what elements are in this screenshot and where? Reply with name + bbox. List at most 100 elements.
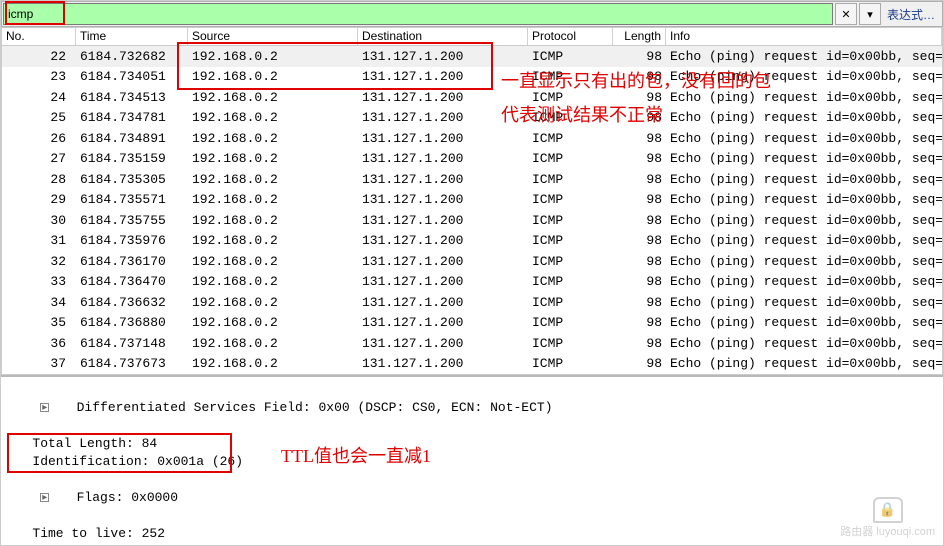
col-header-protocol[interactable]: Protocol	[528, 28, 613, 45]
table-cell: ICMP	[528, 294, 613, 311]
detail-total-length[interactable]: Total Length: 84	[9, 435, 935, 453]
chevron-down-icon: ▾	[867, 8, 873, 21]
table-cell: Echo (ping) request id=0x00bb, seq=	[666, 273, 942, 290]
col-header-source[interactable]: Source	[188, 28, 358, 45]
table-cell: Echo (ping) request id=0x00bb, seq=	[666, 130, 942, 147]
table-cell: 98	[613, 273, 666, 290]
table-cell: ICMP	[528, 171, 613, 188]
packet-list-body[interactable]: 226184.732682192.168.0.2131.127.1.200ICM…	[2, 46, 942, 375]
table-cell: 6184.736470	[76, 273, 188, 290]
table-cell: 131.127.1.200	[358, 89, 528, 106]
table-cell: 6184.734051	[76, 68, 188, 85]
filter-dropdown-button[interactable]: ▾	[859, 3, 881, 25]
table-cell: 33	[2, 273, 76, 290]
display-filter-bar: ✕ ▾ 表达式…	[1, 1, 943, 27]
table-row[interactable]: 226184.732682192.168.0.2131.127.1.200ICM…	[2, 46, 942, 67]
col-header-time[interactable]: Time	[76, 28, 188, 45]
table-row[interactable]: 346184.736632192.168.0.2131.127.1.200ICM…	[2, 292, 942, 313]
table-cell: 6184.734513	[76, 89, 188, 106]
table-cell: ICMP	[528, 273, 613, 290]
table-cell: ICMP	[528, 191, 613, 208]
table-cell: 98	[613, 191, 666, 208]
table-cell: 98	[613, 314, 666, 331]
table-cell: 131.127.1.200	[358, 314, 528, 331]
packet-list-pane: No. Time Source Destination Protocol Len…	[1, 27, 943, 375]
packet-details-pane[interactable]: ▸ Differentiated Services Field: 0x00 (D…	[1, 375, 943, 545]
table-cell: 34	[2, 294, 76, 311]
table-cell: 131.127.1.200	[358, 109, 528, 126]
table-cell: Echo (ping) request id=0x00bb, seq=	[666, 294, 942, 311]
display-filter-input[interactable]	[3, 3, 833, 25]
table-cell: 98	[613, 89, 666, 106]
table-row[interactable]: 306184.735755192.168.0.2131.127.1.200ICM…	[2, 210, 942, 231]
detail-dscp[interactable]: ▸ Differentiated Services Field: 0x00 (D…	[9, 381, 935, 435]
table-cell: Echo (ping) request id=0x00bb, seq=	[666, 355, 942, 372]
table-cell: 36	[2, 335, 76, 352]
table-row[interactable]: 356184.736880192.168.0.2131.127.1.200ICM…	[2, 313, 942, 334]
table-cell: 192.168.0.2	[188, 171, 358, 188]
table-cell: 192.168.0.2	[188, 355, 358, 372]
table-cell: 6184.735159	[76, 150, 188, 167]
detail-flags[interactable]: ▸ Flags: 0x0000	[9, 471, 935, 525]
col-header-info[interactable]: Info	[666, 28, 942, 45]
table-row[interactable]: 266184.734891192.168.0.2131.127.1.200ICM…	[2, 128, 942, 149]
watermark-text: 路由器 luyouqi.com	[840, 525, 935, 539]
table-cell: 192.168.0.2	[188, 150, 358, 167]
table-row[interactable]: 286184.735305192.168.0.2131.127.1.200ICM…	[2, 169, 942, 190]
detail-ttl[interactable]: Time to live: 252	[9, 525, 935, 543]
table-cell: 192.168.0.2	[188, 48, 358, 65]
table-cell: 131.127.1.200	[358, 130, 528, 147]
table-cell: 35	[2, 314, 76, 331]
table-cell: 6184.735571	[76, 191, 188, 208]
table-cell: 6184.736632	[76, 294, 188, 311]
table-cell: 192.168.0.2	[188, 253, 358, 270]
expression-link[interactable]: 表达式…	[881, 6, 941, 23]
table-cell: Echo (ping) request id=0x00bb, seq=	[666, 48, 942, 65]
table-cell: ICMP	[528, 335, 613, 352]
table-cell: 131.127.1.200	[358, 171, 528, 188]
col-header-destination[interactable]: Destination	[358, 28, 528, 45]
table-cell: 98	[613, 253, 666, 270]
table-row[interactable]: 326184.736170192.168.0.2131.127.1.200ICM…	[2, 251, 942, 272]
table-cell: 98	[613, 150, 666, 167]
table-cell: 98	[613, 355, 666, 372]
table-cell: Echo (ping) request id=0x00bb, seq=	[666, 335, 942, 352]
table-cell: 98	[613, 171, 666, 188]
col-header-length[interactable]: Length	[613, 28, 666, 45]
table-cell: 98	[613, 109, 666, 126]
table-cell: ICMP	[528, 48, 613, 65]
table-cell: 131.127.1.200	[358, 68, 528, 85]
table-cell: 6184.737673	[76, 355, 188, 372]
table-cell: 131.127.1.200	[358, 48, 528, 65]
col-header-no[interactable]: No.	[2, 28, 76, 45]
table-cell: 98	[613, 212, 666, 229]
table-cell: 192.168.0.2	[188, 335, 358, 352]
expand-icon[interactable]: ▸	[40, 403, 49, 412]
detail-identification[interactable]: Identification: 0x001a (26)	[9, 453, 935, 471]
table-cell: 6184.732682	[76, 48, 188, 65]
table-cell: 28	[2, 171, 76, 188]
packet-list-header: No. Time Source Destination Protocol Len…	[2, 28, 942, 46]
table-cell: Echo (ping) request id=0x00bb, seq=	[666, 232, 942, 249]
clear-filter-button[interactable]: ✕	[835, 3, 857, 25]
table-row[interactable]: 296184.735571192.168.0.2131.127.1.200ICM…	[2, 190, 942, 211]
table-cell: 6184.735305	[76, 171, 188, 188]
close-icon: ✕	[841, 8, 850, 21]
table-cell: 30	[2, 212, 76, 229]
expand-icon[interactable]: ▸	[40, 493, 49, 502]
table-cell: 24	[2, 89, 76, 106]
detail-protocol[interactable]: Protocol: ICMP (1)	[9, 543, 935, 545]
table-row[interactable]: 316184.735976192.168.0.2131.127.1.200ICM…	[2, 231, 942, 252]
table-cell: Echo (ping) request id=0x00bb, seq=	[666, 314, 942, 331]
table-cell: 98	[613, 130, 666, 147]
table-row[interactable]: 366184.737148192.168.0.2131.127.1.200ICM…	[2, 333, 942, 354]
table-row[interactable]: 246184.734513192.168.0.2131.127.1.200ICM…	[2, 87, 942, 108]
table-row[interactable]: 276184.735159192.168.0.2131.127.1.200ICM…	[2, 149, 942, 170]
table-row[interactable]: 236184.734051192.168.0.2131.127.1.200ICM…	[2, 67, 942, 88]
table-row[interactable]: 376184.737673192.168.0.2131.127.1.200ICM…	[2, 354, 942, 375]
table-row[interactable]: 336184.736470192.168.0.2131.127.1.200ICM…	[2, 272, 942, 293]
table-row[interactable]: 256184.734781192.168.0.2131.127.1.200ICM…	[2, 108, 942, 129]
table-cell: 32	[2, 253, 76, 270]
table-cell: 192.168.0.2	[188, 130, 358, 147]
table-cell: ICMP	[528, 314, 613, 331]
